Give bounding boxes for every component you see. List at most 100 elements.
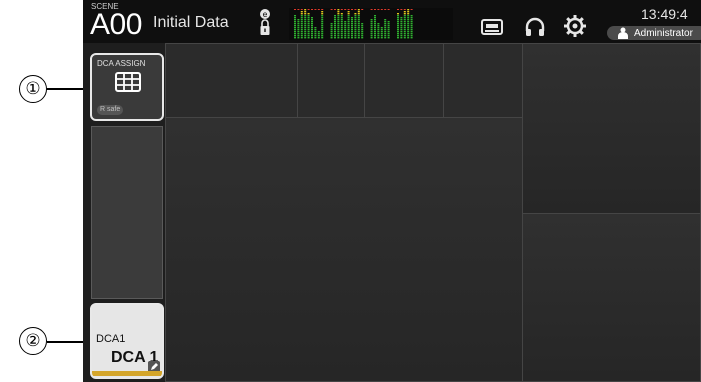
meter-segment [297,33,300,35]
meter-segment [311,35,313,37]
meter-segment [321,19,324,21]
top-bar: SCENE A00 Initial Data e 13:49:4 Adminis… [83,0,701,43]
meter-segment [340,31,343,33]
dca-assign-button[interactable]: DCA ASSIGN R safe [90,53,164,121]
meter-segment [410,35,413,37]
meter-segment [410,33,413,35]
meter-segment [407,31,410,33]
meter-segment [304,29,307,31]
meter-segment [300,33,303,35]
meter-segment [311,17,313,19]
meter-segment [340,29,343,31]
meter-segment [297,27,300,29]
meter-segment [397,35,399,37]
meter-segment [374,27,376,29]
dca-channel-button[interactable]: DCA1 DCA 1 [90,303,164,379]
meter-segment [354,19,357,21]
meter-segment [337,19,340,21]
meter-bridge[interactable] [289,8,453,40]
meter-segment [403,31,406,33]
meter-segment [337,27,340,29]
meter-segment [344,29,347,31]
meter-segment [374,33,376,35]
meter-segment [307,29,310,31]
meter-segment [357,21,360,23]
meter-segment [321,17,324,19]
meter-segment [370,35,373,37]
gear-icon[interactable] [563,14,587,38]
meter-segment [337,11,340,13]
meter-segment [304,27,307,29]
meter-segment [347,17,350,19]
meter-segment [297,31,300,33]
meter-peak [377,9,380,10]
meter-segment [351,27,353,29]
meter-segment [357,15,360,17]
meter-segment [297,37,300,39]
meter-peak [384,9,387,10]
meter-segment [403,19,406,21]
meter-peak [311,9,313,10]
meter-segment [397,31,399,33]
headphone-icon[interactable] [524,16,546,38]
meter-segment [361,35,364,37]
meter-segment [340,17,343,19]
meter-peak [351,9,353,10]
meter-segment [344,31,347,33]
meter-segment [374,29,376,31]
meter-segment [321,27,324,29]
meter-segment [397,29,399,31]
meter-segment [351,29,353,31]
meter-segment [307,25,310,27]
meter-segment [304,35,307,37]
meter-segment [300,25,303,27]
meter-segment [307,19,310,21]
lock-icon[interactable]: e [259,8,271,38]
meter-peak [340,9,343,10]
meter-segment [400,17,403,19]
meter-segment [307,33,310,35]
meter-segment [334,29,336,31]
recorder-icon[interactable] [481,18,503,36]
meter-segment [354,25,357,27]
meter-segment [380,37,383,39]
meter-segment [397,13,399,15]
scene-number[interactable]: A00 [90,7,142,43]
meter-segment [314,35,317,37]
meter-segment [377,31,380,33]
meter-peak [400,9,403,10]
meter-segment [337,23,340,25]
meter-segment [357,9,360,11]
meter-segment [357,27,360,29]
meter-segment [351,21,353,23]
meter-segment [297,21,300,23]
meter-segment [403,17,406,19]
meter-segment [314,29,317,31]
meter-segment [384,19,387,21]
meter-segment [321,29,324,31]
meter-segment [307,23,310,25]
scene-title[interactable]: Initial Data [153,14,229,32]
meter-segment [400,31,403,33]
meter-segment [347,13,350,15]
meter-segment [400,25,403,27]
meter-segment [300,17,303,19]
meter-segment [397,15,399,17]
meter-segment [321,15,324,17]
user-badge[interactable]: Administrator [607,26,701,40]
meter-segment [354,15,357,17]
meter-segment [351,33,353,35]
meter-segment [357,19,360,21]
meter-segment [397,23,399,25]
meter-segment [407,19,410,21]
meter-segment [384,21,387,23]
meter-segment [384,25,387,27]
meter-segment [403,25,406,27]
meter-segment [347,23,350,25]
meter-peak [387,9,390,10]
meter-segment [377,37,380,39]
meter-segment [334,25,336,27]
meter-segment [397,27,399,29]
meter-segment [374,19,376,21]
meter-segment [334,19,336,21]
